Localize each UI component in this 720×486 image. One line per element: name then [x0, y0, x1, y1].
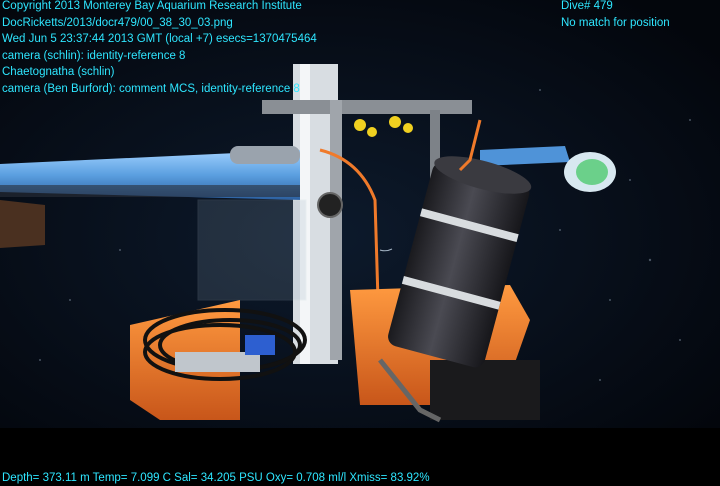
overlay-sensor-readout: Depth= 373.11 m Temp= 7.099 C Sal= 34.20…	[2, 472, 430, 484]
top-bracket	[262, 100, 472, 114]
overlay-top-left: Copyright 2013 Monterey Bay Aquarium Res…	[2, 0, 317, 97]
overlay-line-filename: DocRicketts/2013/docr479/00_38_30_03.png	[2, 16, 233, 29]
acrylic-panel	[197, 199, 307, 301]
grey-cylinder	[230, 146, 300, 164]
overlay-position-status: No match for position	[561, 16, 670, 29]
video-frame: Copyright 2013 Monterey Bay Aquarium Res…	[0, 0, 720, 486]
pulley-wheel	[317, 192, 343, 218]
overlay-line-annotation-1: camera (schlin): identity-reference 8	[2, 49, 186, 62]
overlay-line-annotation-3: camera (Ben Burford): comment MCS, ident…	[2, 82, 300, 95]
overlay-top-right: Dive# 479 No match for position	[561, 0, 670, 31]
overlay-line-timestamp: Wed Jun 5 23:37:44 2013 GMT (local +7) e…	[2, 33, 317, 45]
round-sensor-face	[576, 159, 608, 185]
pole-shadow	[0, 185, 300, 197]
blue-connector	[245, 335, 275, 355]
overlay-line-annotation-2: Chaetognatha (schlin)	[2, 66, 115, 78]
frame-upright	[330, 100, 342, 360]
overlay-dive-number: Dive# 479	[561, 0, 613, 12]
overlay-line-copyright: Copyright 2013 Monterey Bay Aquarium Res…	[2, 0, 302, 12]
left-dark-object	[0, 200, 45, 248]
dark-base-block	[430, 360, 540, 420]
